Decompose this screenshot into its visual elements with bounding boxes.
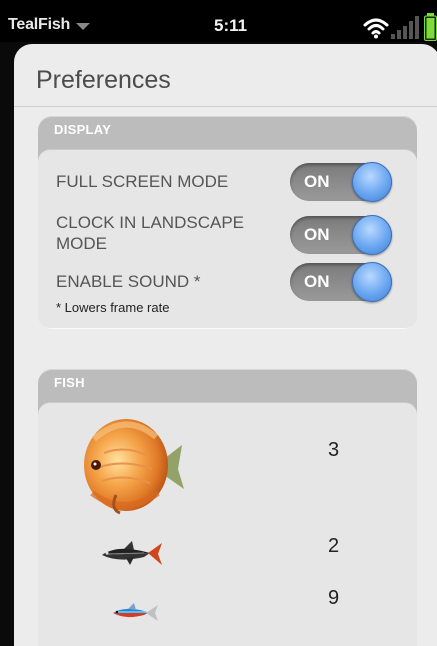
discus-count: 3 bbox=[328, 439, 340, 461]
menu-caret-icon bbox=[76, 23, 91, 30]
toggle-state-label: ON bbox=[304, 172, 330, 191]
fish-row-black-tetra[interactable]: 2 bbox=[38, 527, 417, 579]
toggle-state-label: ON bbox=[304, 225, 330, 244]
fish-group-body: 3 2 9 bbox=[38, 403, 417, 646]
row-full-screen-mode: FULL SCREEN MODE ON bbox=[38, 160, 417, 204]
enable-sound-toggle[interactable]: ON bbox=[290, 262, 392, 302]
toggle-knob[interactable] bbox=[352, 162, 392, 202]
sound-footnote: * Lowers frame rate bbox=[56, 300, 170, 315]
status-clock: 5:11 bbox=[214, 16, 248, 35]
toggle-knob[interactable] bbox=[352, 262, 392, 302]
page-title: Preferences bbox=[36, 66, 171, 94]
neon-tetra-count: 9 bbox=[328, 587, 340, 609]
neon-tetra-fish-icon bbox=[113, 603, 158, 621]
toggle-state-label: ON bbox=[304, 272, 330, 291]
black-tetra-count: 2 bbox=[328, 535, 340, 557]
phone-screen: TealFish 5:11 Preferences DISPLAY FULL S… bbox=[0, 0, 437, 646]
fish-row-discus[interactable]: 3 bbox=[38, 403, 417, 523]
fish-row-neon-tetra[interactable]: 9 bbox=[38, 581, 417, 641]
signal-icon bbox=[391, 16, 419, 39]
app-menu[interactable]: TealFish bbox=[8, 16, 91, 34]
preferences-card: Preferences DISPLAY FULL SCREEN MODE ON … bbox=[14, 44, 437, 646]
enable-sound-label: ENABLE SOUND * bbox=[56, 272, 201, 291]
clock-in-landscape-mode-label: CLOCK IN LANDSCAPE MODE bbox=[56, 213, 244, 253]
display-group: DISPLAY FULL SCREEN MODE ON CLOCK IN LAN… bbox=[38, 116, 417, 328]
full-screen-mode-label: FULL SCREEN MODE bbox=[56, 172, 229, 191]
toggle-knob[interactable] bbox=[352, 215, 392, 255]
status-bar: TealFish 5:11 bbox=[0, 0, 437, 42]
row-clock-in-landscape-mode: CLOCK IN LANDSCAPE MODE ON bbox=[38, 208, 417, 258]
full-screen-mode-toggle[interactable]: ON bbox=[290, 162, 392, 202]
fish-group: FISH 3 2 9 bbox=[38, 369, 417, 646]
clock-in-landscape-mode-toggle[interactable]: ON bbox=[290, 215, 392, 255]
title-divider bbox=[14, 106, 437, 107]
black-tetra-fish-icon bbox=[102, 541, 162, 565]
discus-fish-icon bbox=[84, 419, 184, 515]
display-group-body: FULL SCREEN MODE ON CLOCK IN LANDSCAPE M… bbox=[38, 150, 417, 328]
display-group-header: DISPLAY bbox=[54, 122, 112, 137]
fish-group-header: FISH bbox=[54, 375, 85, 390]
app-name: TealFish bbox=[8, 16, 71, 33]
wifi-icon bbox=[363, 18, 389, 39]
battery-icon bbox=[424, 13, 437, 41]
